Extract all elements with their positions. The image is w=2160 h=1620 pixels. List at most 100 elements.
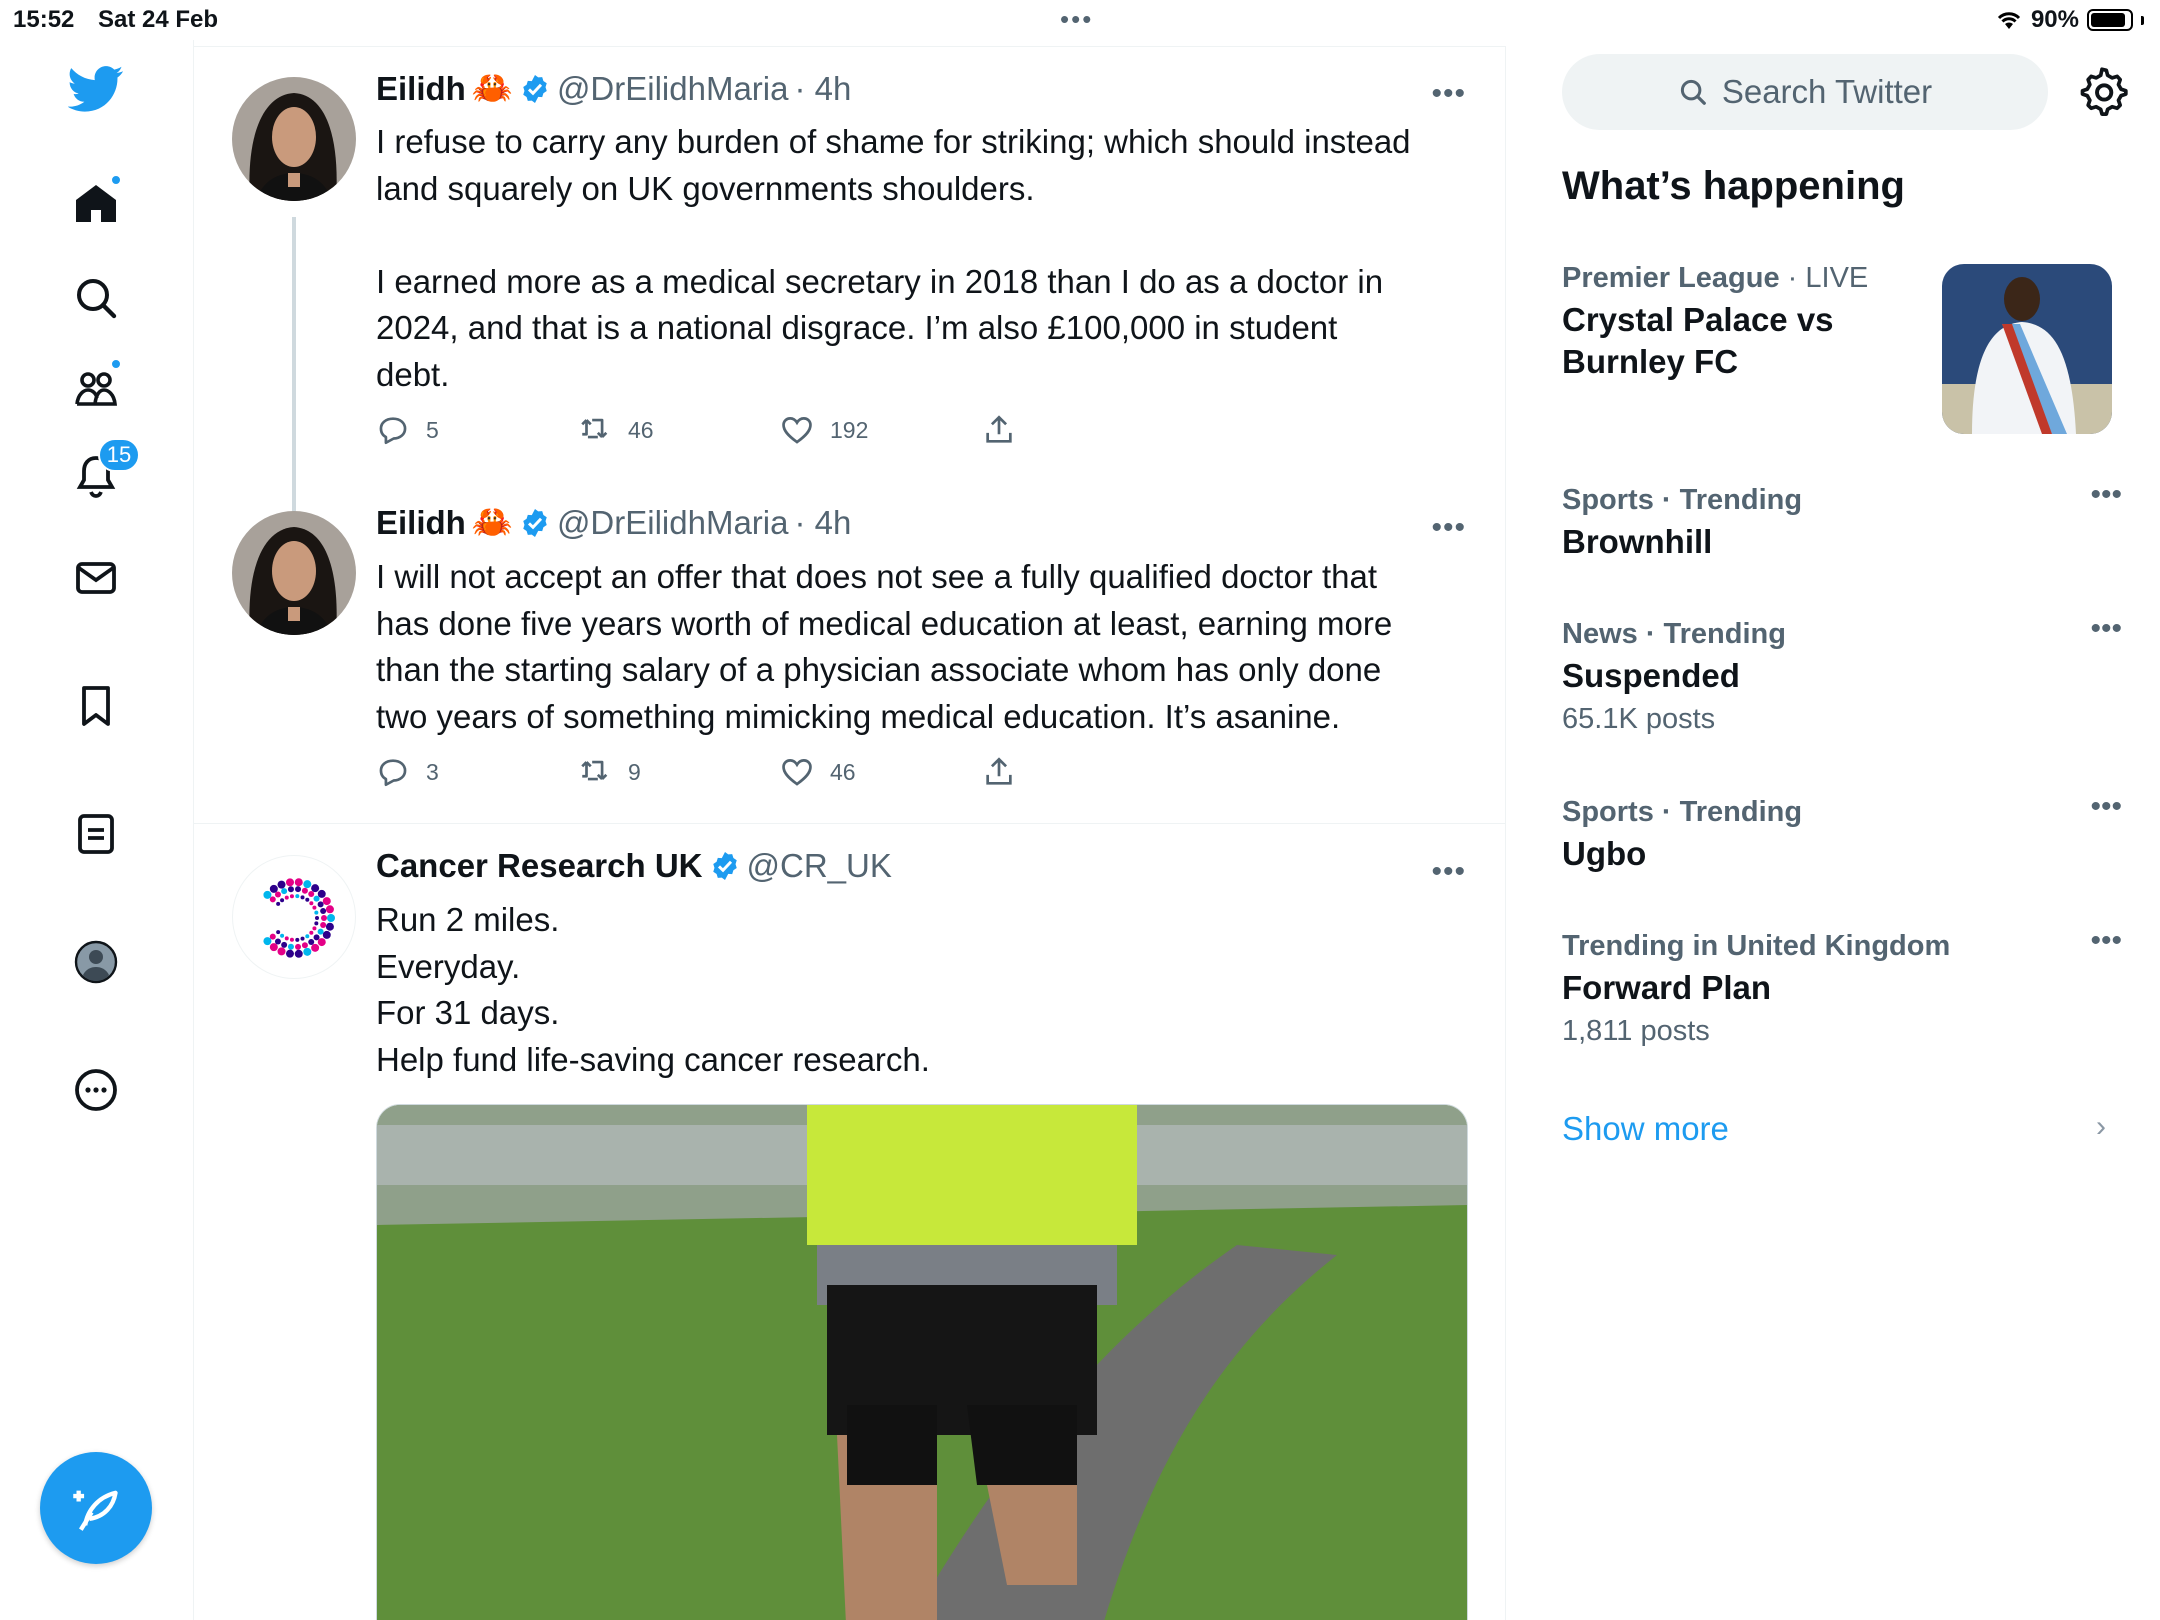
compose-tweet-button[interactable]	[40, 1452, 152, 1564]
tweet-more-button[interactable]: •••	[1431, 77, 1466, 111]
verified-badge-icon	[523, 508, 547, 537]
nav-more[interactable]	[58, 1052, 134, 1128]
trend-item[interactable]: Premier League · LIVE Crystal Palace vs …	[1562, 262, 1942, 383]
nav-communities[interactable]	[58, 350, 134, 426]
like-count: 192	[830, 416, 869, 443]
share-button[interactable]	[982, 755, 1184, 789]
crab-emoji: 🦀	[471, 69, 513, 106]
trend-name: Crystal Palace vs Burnley FC	[1562, 301, 1834, 380]
author-handle[interactable]: @CR_UK	[747, 847, 892, 885]
more-circle-icon	[75, 1069, 117, 1111]
reply-button[interactable]: 3	[376, 755, 578, 789]
share-icon	[986, 757, 1012, 785]
home-unread-dot	[110, 174, 122, 186]
trend-item[interactable]: Sports · Trending Brownhill •••	[1562, 478, 2122, 563]
reply-icon	[379, 417, 407, 445]
trend-item[interactable]: Trending in United Kingdom Forward Plan …	[1562, 924, 2122, 1048]
trend-more-button[interactable]: •••	[2090, 790, 2122, 824]
trend-name: Suspended	[1562, 657, 1740, 694]
tweet-time[interactable]: · 4h	[795, 504, 852, 542]
nav-home[interactable]	[58, 166, 134, 242]
trend-item[interactable]: News · Trending Suspended 65.1K posts ••…	[1562, 612, 2122, 736]
retweet-button[interactable]: 9	[578, 755, 780, 789]
share-button[interactable]	[982, 413, 1184, 447]
tweet-divider	[194, 823, 1505, 824]
like-button[interactable]: 192	[780, 413, 982, 447]
chevron-right-icon[interactable]: ›	[2096, 1110, 2106, 1144]
retweet-count: 9	[628, 758, 641, 785]
status-right: 90%	[1995, 6, 2144, 34]
trend-more-button[interactable]: •••	[2090, 478, 2122, 512]
nav-explore[interactable]	[58, 260, 134, 336]
retweet-icon	[581, 760, 608, 781]
battery-icon	[2087, 9, 2133, 31]
tweet-actions: 5 46 192	[376, 413, 1184, 447]
reply-button[interactable]: 5	[376, 413, 578, 447]
nav-bookmarks[interactable]	[58, 668, 134, 744]
nav-lists[interactable]	[58, 796, 134, 872]
tweet-more-button[interactable]: •••	[1431, 855, 1466, 889]
tweet-time[interactable]: · 4h	[795, 70, 852, 108]
search-icon	[1680, 79, 1706, 105]
trend-category-label: Premier League	[1562, 262, 1780, 294]
show-more-link[interactable]: Show more	[1562, 1110, 1729, 1148]
list-icon	[78, 814, 114, 854]
author-handle[interactable]: @DrEilidhMaria	[557, 504, 789, 542]
tweet-actions: 3 9 46	[376, 755, 1184, 789]
search-placeholder: Search Twitter	[1721, 73, 1933, 110]
reply-count: 3	[426, 758, 439, 785]
like-button[interactable]: 46	[780, 755, 982, 789]
nav-messages[interactable]	[58, 540, 134, 616]
thread-line	[292, 217, 296, 517]
home-icon	[76, 185, 116, 222]
cruk-logo-avatar[interactable]	[232, 855, 356, 979]
timeline: Eilidh 🦀 @DrEilidhMaria · 4h ••• I refus…	[194, 46, 1506, 1620]
heart-icon	[782, 417, 812, 444]
trend-live-label: · LIVE	[1787, 262, 1869, 294]
retweet-button[interactable]: 46	[578, 413, 780, 447]
trend-thumbnail-image[interactable]	[1942, 264, 2112, 434]
right-sidebar: Search Twitter What’s happening Premier …	[1506, 40, 2160, 1620]
trend-name: Ugbo	[1562, 835, 1647, 872]
reply-icon	[379, 759, 407, 787]
author-name[interactable]: Eilidh	[376, 504, 466, 542]
retweet-count: 46	[628, 416, 654, 443]
twitter-logo-icon[interactable]	[58, 50, 134, 126]
tweet-more-button[interactable]: •••	[1431, 511, 1466, 545]
multitasking-dots[interactable]: •••	[1060, 4, 1093, 35]
notifications-badge: 15	[98, 438, 140, 472]
battery-percent: 90%	[2030, 6, 2079, 33]
communities-icon	[75, 372, 117, 406]
nav-profile[interactable]	[58, 924, 134, 1000]
author-name[interactable]: Eilidh	[376, 70, 466, 108]
reply-count: 5	[426, 416, 439, 443]
trend-more-button[interactable]: •••	[2090, 612, 2122, 646]
retweet-icon	[581, 418, 608, 439]
share-icon	[986, 415, 1012, 443]
nav-notifications[interactable]: 15	[58, 438, 140, 514]
verified-badge-icon	[712, 852, 737, 880]
like-count: 46	[830, 758, 856, 785]
profile-avatar-icon	[74, 940, 118, 984]
author-handle[interactable]: @DrEilidhMaria	[557, 70, 789, 108]
avatar[interactable]	[232, 77, 356, 201]
search-input[interactable]: Search Twitter	[1562, 54, 2048, 130]
trend-name: Brownhill	[1562, 523, 1713, 560]
tweet-media-image[interactable]	[376, 1104, 1468, 1620]
trend-post-count: 65.1K posts	[1562, 703, 1716, 735]
bookmark-icon	[82, 686, 110, 726]
avatar[interactable]	[232, 511, 356, 635]
gear-icon[interactable]	[2076, 66, 2128, 118]
search-icon	[77, 279, 117, 319]
tweet-header: Cancer Research UK @CR_UK	[376, 847, 892, 885]
status-time: 15:52	[13, 6, 75, 33]
communities-unread-dot	[110, 358, 122, 370]
trend-item[interactable]: Sports · Trending Ugbo •••	[1562, 790, 2122, 875]
trend-more-button[interactable]: •••	[2090, 924, 2122, 958]
author-name[interactable]: Cancer Research UK	[376, 847, 703, 885]
trend-name: Forward Plan	[1562, 969, 1772, 1006]
compose-feather-icon	[73, 1490, 118, 1531]
mail-icon	[76, 562, 116, 594]
heart-icon	[782, 759, 812, 786]
left-navigation: 15	[0, 40, 194, 1620]
